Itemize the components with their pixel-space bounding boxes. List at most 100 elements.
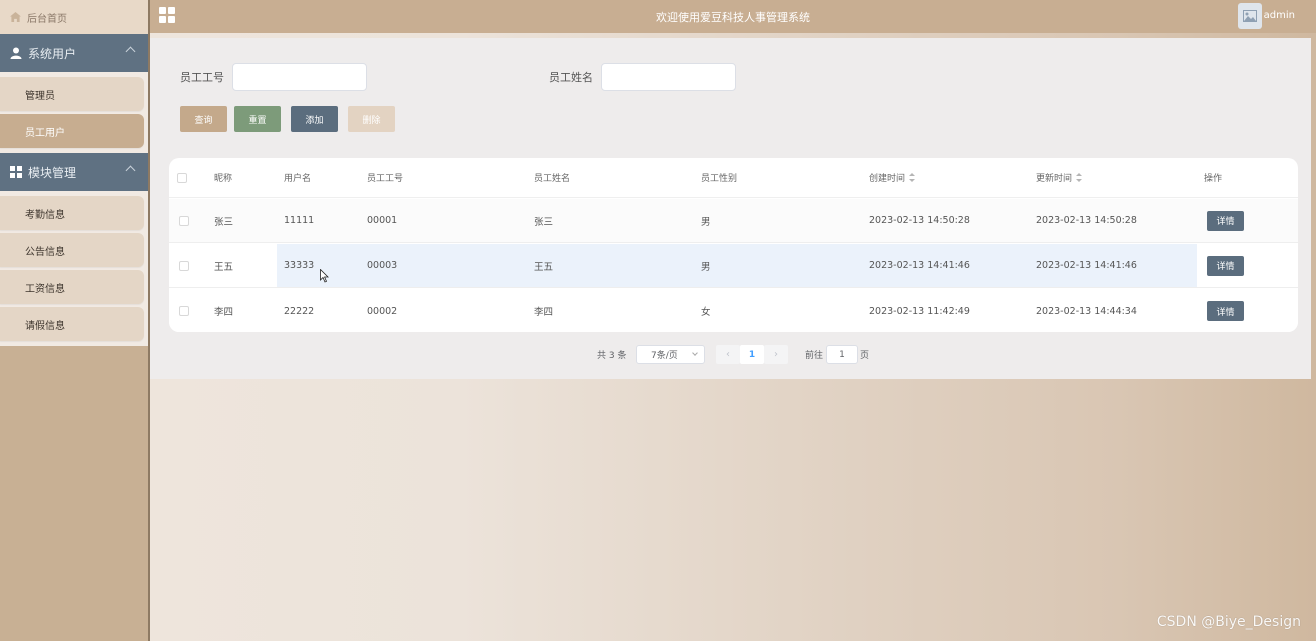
goto-label: 前往 bbox=[805, 350, 824, 361]
row-checkbox[interactable] bbox=[179, 215, 189, 226]
top-bar: 欢迎使用爱豆科技人事管理系统 admin bbox=[150, 0, 1316, 33]
chevron-up-icon bbox=[125, 165, 136, 176]
sidebar-item-label: 管理员 bbox=[25, 90, 55, 102]
sidebar-item-admin[interactable]: 管理员 bbox=[0, 77, 144, 111]
cell-created: 2023-02-13 14:50:28 bbox=[869, 215, 970, 226]
chevron-up-icon bbox=[125, 46, 136, 57]
cell-nickname: 王五 bbox=[214, 261, 234, 273]
cell-username: 11111 bbox=[284, 215, 315, 226]
column-header-username: 用户名 bbox=[284, 174, 312, 184]
cell-username: 33333 bbox=[284, 260, 315, 271]
column-header-nickname: 昵称 bbox=[214, 174, 233, 184]
column-header-label: 创建时间 bbox=[869, 174, 906, 184]
page-suffix-label: 页 bbox=[860, 350, 870, 361]
select-all-cell bbox=[177, 158, 187, 197]
sidebar-item-salary[interactable]: 工资信息 bbox=[0, 270, 144, 304]
detail-button[interactable]: 详情 bbox=[1207, 301, 1244, 321]
sidebar-item-notices[interactable]: 公告信息 bbox=[0, 233, 144, 267]
cell-username: 22222 bbox=[284, 305, 315, 317]
table-header: 昵称 用户名 员工工号 员工姓名 员工性别 创建时间 更新时间 操作 bbox=[169, 158, 1298, 198]
page-number-current[interactable]: 1 bbox=[740, 345, 764, 364]
cell-created: 2023-02-13 11:42:49 bbox=[869, 305, 970, 317]
cell-emp-no: 00002 bbox=[367, 305, 398, 317]
select-all-checkbox[interactable] bbox=[177, 172, 187, 183]
cell-actions: 详情 bbox=[1207, 289, 1244, 332]
image-icon bbox=[1243, 10, 1257, 22]
emp-no-input[interactable] bbox=[232, 63, 367, 91]
cell-emp-name: 李四 bbox=[534, 307, 554, 318]
sidebar-group-label: 模块管理 bbox=[28, 165, 77, 180]
sidebar-group-module-management[interactable]: 模块管理 bbox=[0, 153, 148, 191]
sidebar-item-attendance[interactable]: 考勤信息 bbox=[0, 196, 144, 230]
delete-button[interactable]: 删除 bbox=[348, 106, 395, 132]
page-size-select[interactable]: 7条/页 bbox=[636, 345, 705, 364]
mouse-cursor-icon bbox=[320, 269, 329, 283]
sidebar-home[interactable]: 后台首页 bbox=[0, 0, 148, 34]
table-row[interactable]: 李四 22222 00002 李四 女 2023-02-13 11:42:49 … bbox=[169, 289, 1298, 332]
sidebar-item-label: 考勤信息 bbox=[25, 209, 65, 221]
watermark: CSDN @Biye_Design bbox=[1156, 614, 1301, 630]
column-header-updated[interactable]: 更新时间 bbox=[1036, 158, 1083, 197]
detail-button[interactable]: 详情 bbox=[1207, 255, 1244, 276]
row-select-cell bbox=[179, 244, 189, 287]
cell-updated: 2023-02-13 14:50:28 bbox=[1036, 215, 1137, 226]
app-title: 欢迎使用爱豆科技人事管理系统 bbox=[656, 10, 810, 24]
sidebar-item-employee-users[interactable]: 员工用户 bbox=[0, 114, 144, 148]
pagination-total: 共 3 条 bbox=[597, 350, 627, 361]
query-button[interactable]: 查询 bbox=[180, 106, 227, 132]
sidebar-group-system-users[interactable]: 系统用户 bbox=[0, 34, 148, 72]
reset-button[interactable]: 重置 bbox=[234, 106, 281, 132]
cell-gender: 女 bbox=[701, 307, 711, 318]
sidebar-home-label: 后台首页 bbox=[27, 13, 67, 25]
row-checkbox[interactable] bbox=[179, 260, 189, 271]
cell-updated: 2023-02-13 14:44:34 bbox=[1036, 305, 1137, 317]
chevron-right-icon: › bbox=[774, 349, 778, 360]
employee-table: 昵称 用户名 员工工号 员工姓名 员工性别 创建时间 更新时间 操作 张三 11… bbox=[169, 158, 1298, 332]
page-size-value: 7条/页 bbox=[651, 351, 678, 361]
sort-icon[interactable] bbox=[909, 173, 916, 182]
cell-nickname: 张三 bbox=[214, 216, 234, 228]
column-header-gender: 员工性别 bbox=[701, 174, 738, 184]
next-page-button[interactable]: › bbox=[764, 345, 788, 364]
emp-no-label: 员工工号 bbox=[180, 71, 224, 84]
emp-name-input[interactable] bbox=[601, 63, 736, 91]
sidebar-item-label: 请假信息 bbox=[25, 320, 65, 332]
column-header-label: 更新时间 bbox=[1036, 174, 1073, 184]
cell-emp-name: 张三 bbox=[534, 216, 554, 228]
detail-button[interactable]: 详情 bbox=[1207, 210, 1244, 231]
cell-emp-no: 00001 bbox=[367, 215, 398, 226]
column-header-emp-name: 员工姓名 bbox=[534, 174, 571, 184]
cell-created: 2023-02-13 14:41:46 bbox=[869, 260, 970, 271]
column-header-emp-no: 员工工号 bbox=[367, 174, 404, 184]
add-button[interactable]: 添加 bbox=[291, 106, 338, 132]
sidebar-item-label: 员工用户 bbox=[25, 127, 65, 139]
sort-icon[interactable] bbox=[1076, 173, 1083, 182]
username-label[interactable]: admin bbox=[1264, 10, 1295, 21]
chevron-left-icon: ‹ bbox=[726, 349, 730, 360]
column-header-created[interactable]: 创建时间 bbox=[869, 158, 916, 197]
sidebar-submenu-system-users: 管理员 员工用户 bbox=[0, 72, 148, 153]
row-checkbox[interactable] bbox=[179, 306, 189, 316]
cell-gender: 男 bbox=[701, 261, 711, 273]
cell-actions: 详情 bbox=[1207, 244, 1244, 287]
main-panel: 员工工号 员工姓名 查询 重置 添加 删除 昵称 用户名 员工工号 员工姓名 员… bbox=[150, 38, 1311, 379]
sidebar: 后台首页 系统用户 管理员 员工用户 模块管理 考勤信息 公告信息 工资信息 请… bbox=[0, 0, 150, 641]
prev-page-button[interactable]: ‹ bbox=[716, 345, 740, 364]
cell-gender: 男 bbox=[701, 216, 711, 228]
avatar[interactable] bbox=[1238, 3, 1262, 29]
table-row[interactable]: 张三 11111 00001 张三 男 2023-02-13 14:50:28 … bbox=[169, 199, 1298, 243]
row-select-cell bbox=[179, 199, 189, 242]
sidebar-item-label: 公告信息 bbox=[25, 246, 65, 258]
sidebar-submenu-modules: 考勤信息 公告信息 工资信息 请假信息 bbox=[0, 191, 148, 346]
column-header-actions: 操作 bbox=[1204, 174, 1223, 184]
table-row[interactable]: 王五 33333 00003 王五 男 2023-02-13 14:41:46 … bbox=[169, 244, 1298, 288]
cell-emp-no: 00003 bbox=[367, 260, 398, 271]
sidebar-item-label: 工资信息 bbox=[25, 283, 65, 295]
emp-name-label: 员工姓名 bbox=[549, 71, 593, 84]
sidebar-item-leave[interactable]: 请假信息 bbox=[0, 307, 144, 341]
cell-nickname: 李四 bbox=[214, 307, 234, 318]
cell-emp-name: 王五 bbox=[534, 261, 554, 273]
sidebar-group-label: 系统用户 bbox=[28, 46, 77, 61]
goto-page-input[interactable]: 1 bbox=[826, 345, 858, 364]
home-icon bbox=[10, 12, 21, 22]
